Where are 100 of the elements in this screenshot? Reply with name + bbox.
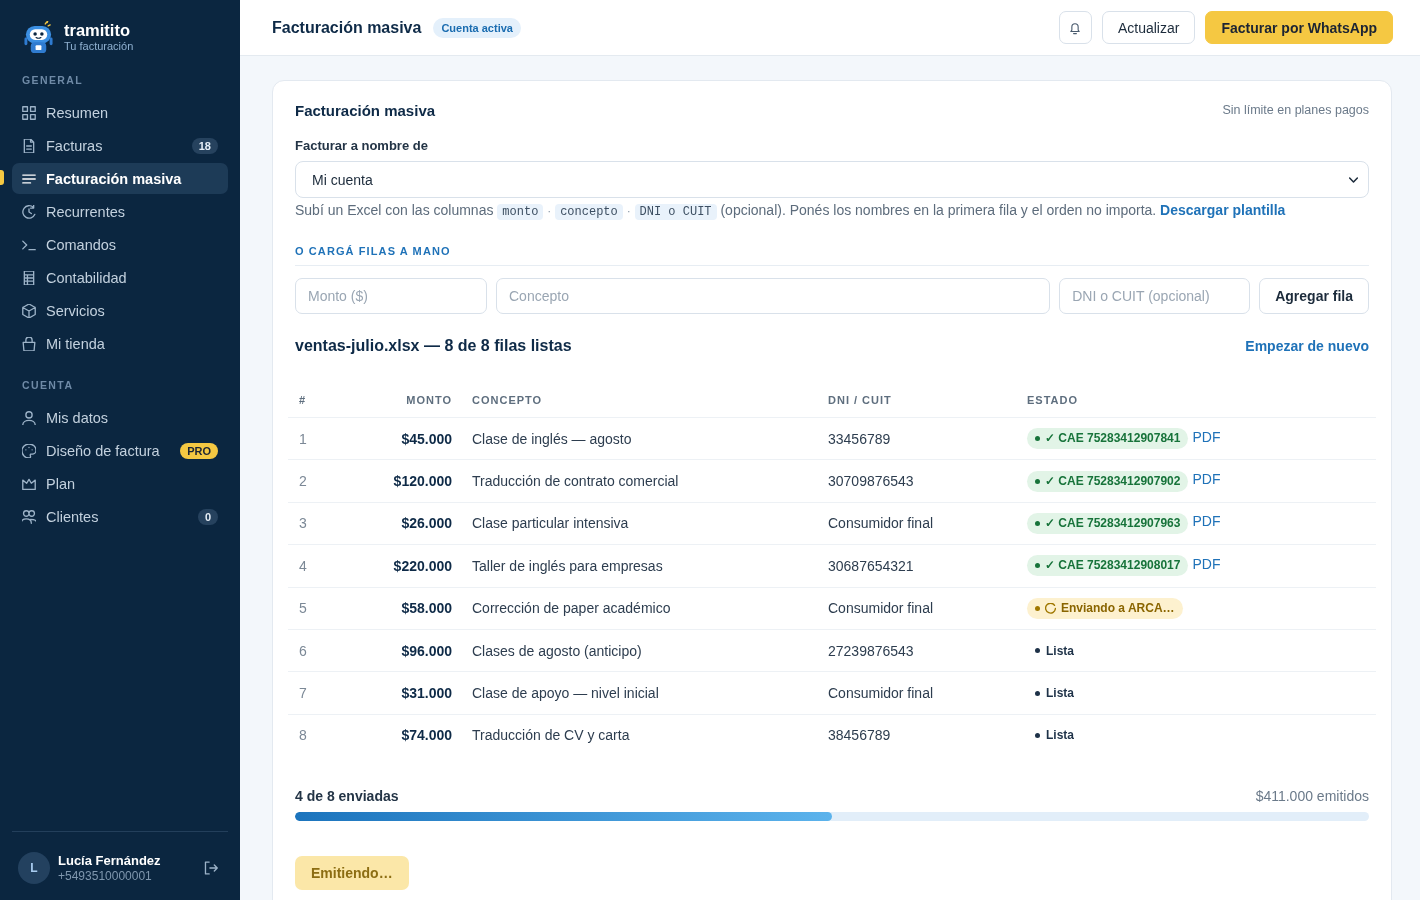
row-number: 3: [298, 515, 308, 532]
nav-item[interactable]: Diseño de factura PRO: [12, 435, 228, 466]
section-label: GENERAL: [21, 74, 85, 86]
field-label: Facturar a nombre de: [295, 138, 429, 154]
person-icon: [22, 410, 36, 425]
status-text: ✓ CAE 75283412907963: [1045, 515, 1181, 531]
amount-field[interactable]: Monto ($): [295, 278, 487, 314]
status-dot-icon: [1035, 436, 1040, 442]
status-text: Lista: [1046, 686, 1074, 701]
table-cell-text: Consumidor final: [827, 515, 935, 532]
row-number: 7: [298, 685, 308, 702]
status-badge: Cuenta activa: [433, 17, 521, 38]
table-cell-text: Consumidor final: [827, 685, 935, 702]
chevron-down-icon: [1349, 176, 1358, 183]
robot-icon: [23, 20, 54, 54]
plan-note: Sin límite en planes pagos: [1222, 103, 1369, 117]
logout-button[interactable]: [204, 861, 218, 875]
table-cell-text: $120.000: [392, 473, 453, 490]
table-cell-text: Clase de apoyo — nivel inicial: [471, 685, 660, 702]
status-dot-icon: [1035, 563, 1040, 569]
palette-icon: [22, 443, 36, 458]
count-badge: 18: [191, 137, 218, 154]
grid-icon: [22, 105, 36, 120]
add-row-button[interactable]: Agregar fila: [1259, 278, 1369, 314]
nav-item[interactable]: Facturas 18: [12, 130, 228, 161]
status-text: Enviando a ARCA…: [1061, 600, 1175, 616]
terminal-icon: [22, 237, 36, 252]
table-cell-text: Consumidor final: [827, 600, 935, 617]
whatsapp-invoice-button[interactable]: Facturar por WhatsApp: [1205, 11, 1393, 44]
nav-item[interactable]: Plan: [12, 468, 228, 499]
table-cell-text: 30709876543: [827, 473, 915, 490]
document-icon: [22, 138, 36, 153]
section-label: CUENTA: [21, 379, 75, 391]
table-cell-text: Traducción de contrato comercial: [471, 473, 680, 490]
concept-field[interactable]: Concepto: [496, 278, 1051, 314]
table-cell-text: Corrección de paper académico: [471, 600, 672, 617]
column-header: DNI / CUIT: [827, 394, 893, 406]
list-icon: [22, 171, 36, 186]
table-cell-text: 38456789: [827, 727, 892, 744]
status-dot-icon: [1035, 605, 1040, 611]
page-title: Facturación masiva: [272, 18, 422, 37]
nav-item[interactable]: Recurrentes: [12, 196, 228, 227]
row-number: 1: [298, 430, 308, 447]
table-cell-text: Clases de agosto (anticipo): [471, 642, 643, 659]
table-cell-text: $31.000: [400, 685, 453, 702]
user-avatar: L: [18, 852, 50, 884]
download-template-link[interactable]: Descargar plantilla: [1160, 202, 1286, 218]
status-text: Lista: [1046, 643, 1074, 658]
spinner-icon: [1045, 602, 1056, 614]
nav-item[interactable]: Resumen: [12, 97, 228, 128]
table-cell-text: Traducción de CV y carta: [471, 727, 631, 744]
logout-icon: [204, 861, 218, 875]
row-number: 5: [298, 600, 308, 617]
table-cell-text: $45.000: [400, 430, 453, 447]
nav-item[interactable]: Contabilidad: [12, 262, 228, 293]
pro-badge: PRO: [180, 442, 218, 459]
status-text: Lista: [1046, 728, 1074, 743]
cube-icon: [22, 303, 36, 318]
card-title: Facturación masiva: [295, 101, 436, 119]
pdf-link[interactable]: PDF: [1192, 471, 1221, 488]
pdf-link[interactable]: PDF: [1192, 555, 1221, 572]
status-dot-icon: [1035, 520, 1040, 526]
section-heading: O CARGÁ FILAS A MANO: [295, 244, 451, 258]
row-number: 2: [298, 473, 308, 490]
pdf-link[interactable]: PDF: [1192, 428, 1221, 445]
column-header: #: [298, 394, 308, 406]
table-cell-text: 27239876543: [827, 642, 915, 659]
active-indicator: [0, 170, 4, 185]
start-over-link[interactable]: Empezar de nuevo: [1245, 338, 1369, 354]
account-select[interactable]: Mi cuenta: [295, 161, 1369, 198]
nav-item[interactable]: Mi tienda: [12, 328, 228, 359]
status-dot-icon: [1035, 478, 1040, 484]
table-cell-text: $58.000: [400, 600, 453, 617]
ledger-icon: [22, 270, 36, 285]
table-cell-text: 30687654321: [827, 557, 915, 574]
pdf-link[interactable]: PDF: [1192, 513, 1221, 530]
user-name: Lucía Fernández: [58, 852, 162, 869]
issued-total: $411.000 emitidos: [1255, 788, 1369, 805]
notifications-button[interactable]: [1058, 11, 1092, 44]
table-cell-text: Taller de inglés para empresas: [471, 557, 664, 574]
id-field[interactable]: DNI o CUIT (opcional): [1059, 278, 1251, 314]
column-header: ESTADO: [1026, 394, 1080, 406]
status-dot-icon: [1035, 648, 1040, 654]
nav-item[interactable]: Clientes 0: [12, 501, 228, 532]
nav-item[interactable]: Facturación masiva: [12, 163, 228, 194]
nav-item[interactable]: Servicios: [12, 295, 228, 326]
status-text: ✓ CAE 75283412907902: [1045, 473, 1181, 489]
table-cell-text: $74.000: [400, 727, 453, 744]
column-header: CONCEPTO: [471, 394, 544, 406]
bell-icon: [1069, 20, 1082, 35]
clock-icon: [22, 204, 36, 219]
people-icon: [22, 509, 36, 524]
table-cell-text: $96.000: [400, 642, 453, 659]
nav-item[interactable]: Mis datos: [12, 402, 228, 433]
refresh-button[interactable]: Actualizar: [1101, 11, 1196, 44]
row-number: 8: [298, 727, 308, 744]
nav-item[interactable]: Comandos: [12, 229, 228, 260]
column-header: MONTO: [405, 394, 453, 406]
table-cell-text: 33456789: [827, 430, 892, 447]
crown-icon: [22, 476, 36, 491]
